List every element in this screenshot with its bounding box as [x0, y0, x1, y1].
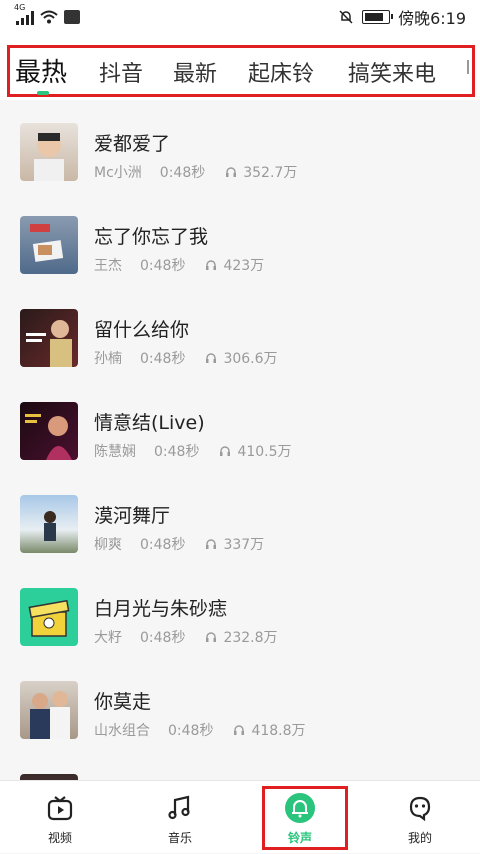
battery-icon	[362, 10, 394, 24]
list-item[interactable]: 你莫走 山水组合 0:48秒 418.8万	[0, 658, 480, 751]
duration: 0:48秒	[140, 258, 186, 274]
list-item[interactable]: 白月光与朱砂痣 大籽 0:48秒 232.8万	[0, 565, 480, 658]
duration: 0:48秒	[140, 630, 186, 646]
headphones-icon	[206, 632, 217, 642]
play-count: 232.8万	[205, 627, 278, 647]
nav-label: 视频	[47, 831, 72, 845]
song-meta: 柳爽 0:48秒 337万	[94, 534, 264, 554]
list-item[interactable]: 爱都爱了 Mc小洲 0:48秒 352.7万	[0, 100, 480, 193]
nav-mine[interactable]: 我的	[360, 781, 480, 854]
list-item[interactable]: 漠河舞厅 柳爽 0:48秒 337万	[0, 472, 480, 565]
song-list[interactable]: 爱都爱了 Mc小洲 0:48秒 352.7万 忘了你忘了我 王杰 0:48秒 4…	[0, 100, 480, 780]
duration: 0:48秒	[140, 351, 186, 367]
list-item[interactable]: 情意结(Live) 陈慧娴 0:48秒 410.5万	[0, 379, 480, 472]
song-meta: 大籽 0:48秒 232.8万	[94, 627, 278, 647]
duration: 0:48秒	[168, 723, 214, 739]
status-bar: 4G 傍晚6:19	[0, 0, 480, 34]
tab-douyin[interactable]: 抖音	[99, 56, 143, 88]
signal-icon: 4G	[14, 3, 34, 25]
artist-name: Mc小洲	[94, 165, 142, 181]
album-cover	[20, 681, 78, 739]
song-title: 情意结(Live)	[94, 412, 205, 434]
song-title: 你莫走	[94, 691, 152, 713]
song-meta: Mc小洲 0:48秒 352.7万	[94, 162, 297, 182]
bottom-navigation: 视频 音乐 铃声 我的	[0, 780, 480, 853]
song-title: 白月光与朱砂痣	[94, 598, 228, 620]
tv-icon	[47, 796, 73, 821]
song-meta: 孙楠 0:48秒 306.6万	[94, 348, 278, 368]
active-tab-indicator	[37, 91, 49, 95]
play-count-value: 337万	[223, 537, 265, 553]
play-count-value: 418.8万	[251, 723, 306, 739]
album-cover	[20, 588, 78, 646]
play-count-value: 232.8万	[223, 630, 278, 646]
song-title: 忘了你忘了我	[94, 226, 209, 248]
category-tabs: 最热 抖音 最新 起床铃 搞笑来电	[0, 34, 480, 100]
list-item[interactable]: 留什么给你 孙楠 0:48秒 306.6万	[0, 286, 480, 379]
play-count: 352.7万	[225, 162, 297, 182]
artist-name: 山水组合	[94, 723, 150, 739]
nav-highlight-frame	[262, 786, 348, 850]
nav-music[interactable]: 音乐	[120, 781, 240, 854]
headphones-icon	[220, 446, 231, 456]
album-cover	[20, 495, 78, 553]
play-count: 306.6万	[205, 348, 278, 368]
play-count-value: 352.7万	[243, 165, 298, 181]
wifi-icon	[40, 10, 58, 24]
clock: 傍晚6:19	[398, 9, 466, 28]
duration: 0:48秒	[159, 165, 206, 181]
play-count-value: 410.5万	[237, 444, 292, 460]
duration: 0:48秒	[154, 444, 200, 460]
song-meta: 陈慧娴 0:48秒 410.5万	[94, 441, 292, 461]
play-count: 418.8万	[233, 720, 306, 740]
album-cover	[20, 216, 78, 274]
tab-hot[interactable]: 最热	[15, 52, 67, 89]
song-meta: 山水组合 0:48秒 418.8万	[94, 720, 306, 740]
music-note-icon	[168, 795, 190, 820]
list-item[interactable]: 忘了你忘了我 王杰 0:48秒 423万	[0, 193, 480, 286]
artist-name: 王杰	[94, 258, 122, 274]
play-count-value: 306.6万	[223, 351, 278, 367]
nav-label: 我的	[407, 831, 432, 845]
album-cover	[20, 309, 78, 367]
tab-wakeup[interactable]: 起床铃	[248, 56, 314, 88]
play-count: 337万	[205, 534, 264, 554]
duration: 0:48秒	[140, 537, 186, 553]
headphones-icon	[206, 539, 217, 549]
nav-label: 音乐	[167, 831, 192, 845]
song-title: 漠河舞厅	[94, 505, 171, 527]
play-count: 410.5万	[219, 441, 292, 461]
headphones-icon	[226, 167, 237, 177]
headphones-icon	[234, 725, 245, 735]
play-count: 423万	[205, 255, 264, 275]
album-cover	[20, 123, 78, 181]
artist-name: 陈慧娴	[94, 444, 136, 460]
nav-video[interactable]: 视频	[0, 781, 120, 854]
headphones-icon	[206, 353, 217, 363]
headphones-icon	[206, 260, 217, 270]
artist-name: 孙楠	[94, 351, 122, 367]
network-type: 4G	[14, 3, 26, 12]
play-count-value: 423万	[223, 258, 265, 274]
artist-name: 柳爽	[94, 537, 122, 553]
album-cover	[20, 402, 78, 460]
tab-newest[interactable]: 最新	[173, 56, 217, 88]
list-item[interactable]	[0, 751, 480, 780]
profile-face-icon	[409, 796, 431, 821]
tab-overflow-indicator	[467, 60, 469, 74]
notification-icon	[64, 10, 80, 24]
artist-name: 大籽	[94, 630, 122, 646]
song-meta: 王杰 0:48秒 423万	[94, 255, 264, 275]
tab-funny-call[interactable]: 搞笑来电	[348, 56, 436, 88]
song-title: 爱都爱了	[94, 133, 171, 155]
song-title: 留什么给你	[94, 319, 190, 341]
bell-muted-icon	[339, 10, 353, 24]
